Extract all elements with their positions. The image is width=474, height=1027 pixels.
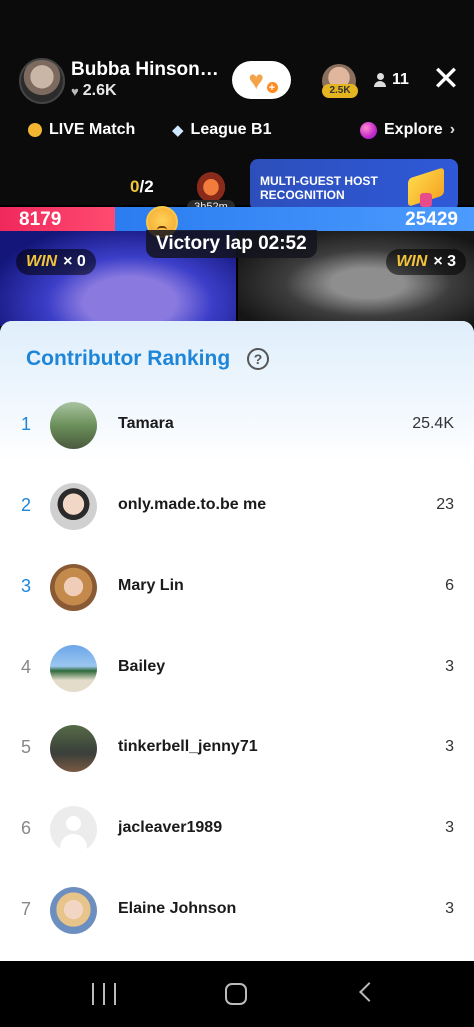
promo-banner[interactable]: MULTI-GUEST HOST RECOGNITION: [250, 159, 458, 211]
rank-number: 5: [20, 737, 31, 757]
contributor-name: Tamara: [118, 415, 174, 432]
contributor-score: 3: [445, 900, 454, 917]
contributor-score: 23: [436, 496, 454, 513]
viewer-count[interactable]: 11: [374, 71, 409, 89]
contributor-score: 3: [445, 819, 454, 836]
rank-number: 7: [20, 899, 31, 919]
score-right: 25429: [405, 209, 458, 230]
contributor-name: jacleaver1989: [118, 819, 223, 836]
rank-number: 2: [20, 495, 31, 515]
contributor-score: 3: [445, 658, 454, 675]
avatar[interactable]: [50, 564, 97, 611]
round-total: /2: [139, 177, 154, 196]
back-icon[interactable]: [359, 982, 379, 1002]
ranking-row[interactable]: 1 Tamara 25.4K: [0, 386, 474, 466]
ranking-row[interactable]: 7 Elaine Johnson 3: [0, 871, 474, 951]
rank-number: 1: [20, 414, 31, 434]
ranking-row[interactable]: 5 tinkerbell_jenny71 3: [0, 709, 474, 789]
stream-header: Bubba Hinson… ♥ 2.6K ♥ + 2.5K 11 ✕ LIVE M…: [0, 0, 474, 214]
league-label: League B1: [190, 121, 272, 138]
host-likes-count: 2.6K: [82, 82, 117, 99]
promo-text: MULTI-GUEST HOST RECOGNITION: [260, 174, 378, 202]
explore-link[interactable]: Explore ›: [360, 121, 455, 139]
win-label: WIN: [26, 253, 58, 270]
rank-number: 3: [20, 576, 31, 596]
avatar[interactable]: [50, 402, 97, 449]
win-count-left: WIN × 0: [16, 249, 96, 275]
avatar[interactable]: [50, 483, 97, 530]
contributor-name: tinkerbell_jenny71: [118, 738, 258, 755]
ranking-row[interactable]: 3 Mary Lin 6: [0, 548, 474, 628]
help-icon[interactable]: ?: [247, 348, 269, 370]
close-icon[interactable]: ✕: [430, 62, 462, 98]
explore-label: Explore: [384, 121, 443, 138]
victory-lap-timer: Victory lap 02:52: [146, 230, 317, 258]
score-left: 8179: [19, 209, 62, 230]
ranking-row[interactable]: 4 Bailey 3: [0, 629, 474, 709]
win-count-right-value: × 3: [433, 253, 456, 270]
heart-icon: ♥: [71, 83, 79, 99]
viewer-count-value: 11: [392, 71, 409, 88]
follow-button[interactable]: ♥ +: [232, 61, 291, 99]
contributor-score: 3: [445, 738, 454, 755]
explore-orb-icon: [360, 121, 377, 139]
diamond-icon: ◆: [172, 122, 184, 139]
live-match-label: LIVE Match: [49, 121, 136, 138]
contributor-name: Mary Lin: [118, 577, 184, 594]
contributor-name: Bailey: [118, 658, 166, 675]
system-nav-bar: [0, 961, 474, 1027]
contributor-ranking-sheet: Contributor Ranking ? 1 Tamara 25.4K 2 o…: [0, 321, 474, 961]
round-counter: 0/2: [130, 177, 154, 197]
avatar[interactable]: [50, 725, 97, 772]
win-count-right: WIN × 3: [386, 249, 466, 275]
heart-plus-icon: ♥ +: [249, 67, 279, 94]
ranking-row[interactable]: 6 jacleaver1989 3: [0, 790, 474, 870]
contributor-score: 25.4K: [412, 415, 454, 432]
avatar[interactable]: [50, 887, 97, 934]
contributor-name: Elaine Johnson: [118, 900, 237, 917]
league-link[interactable]: ◆ League B1: [172, 121, 271, 139]
top-viewer-badge: 2.5K: [322, 84, 358, 98]
person-icon: [374, 73, 386, 87]
contributor-name: only.made.to.be me: [118, 496, 267, 513]
ranking-row[interactable]: 2 only.made.to.be me 23: [0, 467, 474, 547]
home-icon[interactable]: [225, 983, 247, 1005]
rank-number: 4: [20, 657, 31, 677]
host-avatar[interactable]: [19, 58, 65, 104]
win-count-left-value: × 0: [63, 253, 86, 270]
score-bar: 8179 25429: [0, 207, 474, 231]
contributor-score: 6: [445, 577, 454, 594]
live-match-link[interactable]: LIVE Match: [28, 121, 135, 139]
avatar[interactable]: [50, 645, 97, 692]
host-likes: ♥ 2.6K: [71, 82, 117, 100]
rank-number: 6: [20, 818, 31, 838]
stream-nav: LIVE Match ◆ League B1 Explore ›: [0, 121, 474, 145]
default-avatar-icon[interactable]: [50, 806, 97, 853]
sheet-title: Contributor Ranking: [26, 347, 231, 370]
host-name[interactable]: Bubba Hinson…: [71, 59, 219, 81]
live-match-icon: [28, 123, 42, 137]
chevron-right-icon: ›: [449, 121, 456, 138]
recents-icon[interactable]: [92, 983, 116, 1005]
dragon-icon: [193, 168, 229, 200]
win-label: WIN: [396, 253, 428, 270]
megaphone-icon: [402, 165, 454, 207]
